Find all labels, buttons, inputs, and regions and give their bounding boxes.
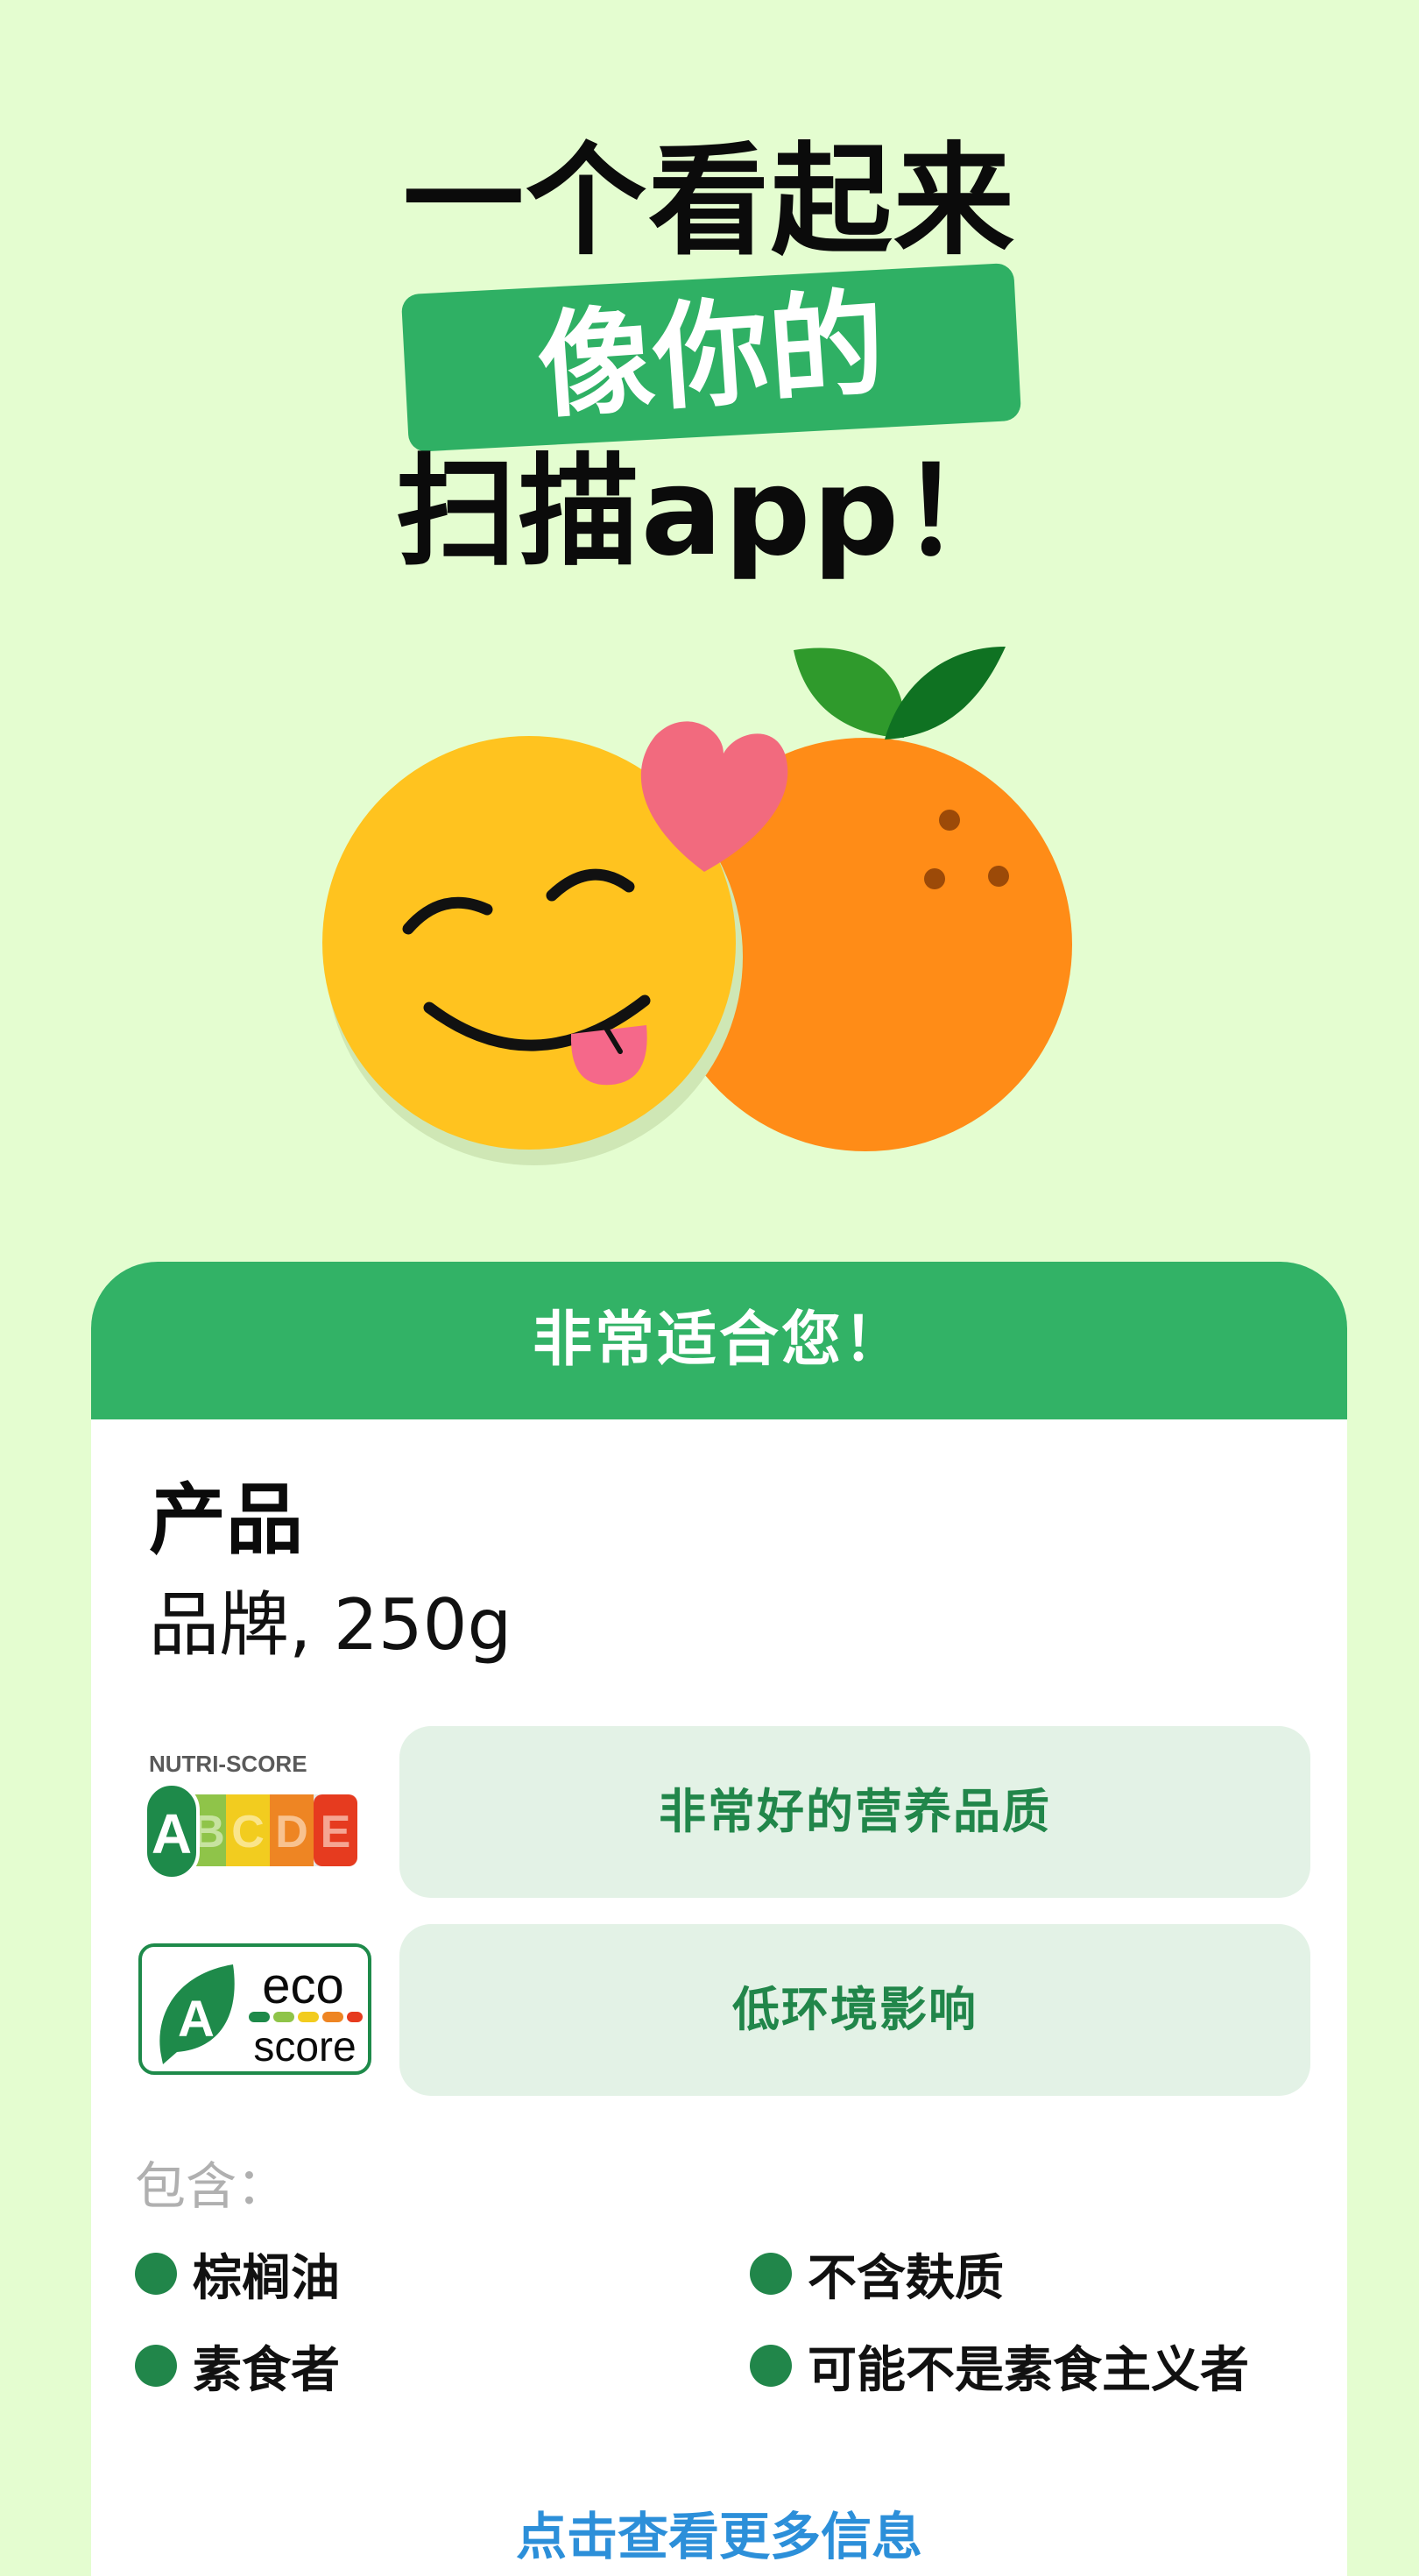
trait-dot-icon bbox=[750, 2345, 792, 2387]
eco-score-grade: A bbox=[178, 1991, 215, 2048]
trait-item: 可能不是素食主义者 bbox=[750, 2331, 1249, 2401]
headline-line-3: 扫描app！ bbox=[395, 442, 1024, 583]
headline-highlight-tag: 像你的 bbox=[400, 262, 1022, 453]
product-card[interactable]: 非常适合您！ 产品 品牌, 250g NUTRI-SCORE B C D E A… bbox=[91, 1262, 1347, 2576]
nutri-grade-a: A bbox=[152, 1802, 192, 1865]
match-banner: 非常适合您！ bbox=[91, 1262, 1347, 1419]
trait-dot-icon bbox=[135, 2253, 177, 2295]
eco-score-word-eco: eco bbox=[262, 1957, 344, 2014]
headline-highlight-text: 像你的 bbox=[533, 276, 889, 435]
nutri-grade-c: C bbox=[231, 1807, 265, 1858]
nutri-grade-e: E bbox=[321, 1807, 351, 1858]
more-info-link[interactable]: 点击查看更多信息 bbox=[91, 2497, 1347, 2576]
trait-dot-icon bbox=[135, 2345, 177, 2387]
eco-score-word-score: score bbox=[253, 2024, 356, 2070]
nutri-score-logo: NUTRI-SCORE B C D E A bbox=[144, 1751, 357, 1880]
product-brand: 品牌, 250g bbox=[149, 1584, 512, 1666]
trait-item: 不含麸质 bbox=[750, 2239, 1004, 2309]
eco-score-logo: A eco score bbox=[138, 1943, 371, 2075]
leaf-icon bbox=[794, 647, 1006, 740]
hero-illustration bbox=[322, 647, 1072, 1165]
nutri-score-logo-label: NUTRI-SCORE bbox=[149, 1751, 307, 1777]
nutri-score-description: 非常好的营养品质 bbox=[399, 1726, 1310, 1898]
nutri-score-row: NUTRI-SCORE B C D E A 非常好的营养品质 bbox=[137, 1726, 1347, 1898]
trait-label: 可能不是素食主义者 bbox=[808, 2341, 1249, 2399]
trait-label: 素食者 bbox=[193, 2341, 340, 2399]
trait-dot-icon bbox=[750, 2253, 792, 2295]
trait-label: 不含麸质 bbox=[808, 2249, 1004, 2307]
contains-label: 包含： bbox=[135, 2156, 288, 2216]
eco-score-description: 低环境影响 bbox=[399, 1924, 1310, 2096]
eco-score-row: A eco score 低环境影响 bbox=[137, 1924, 1347, 2096]
trait-item: 素食者 bbox=[135, 2331, 340, 2401]
trait-item: 棕榈油 bbox=[135, 2239, 340, 2309]
nutri-grade-d: D bbox=[275, 1807, 308, 1858]
headline-line-1: 一个看起来 bbox=[402, 131, 1016, 272]
trait-label: 棕榈油 bbox=[193, 2249, 340, 2307]
product-name: 产品 bbox=[149, 1475, 304, 1565]
